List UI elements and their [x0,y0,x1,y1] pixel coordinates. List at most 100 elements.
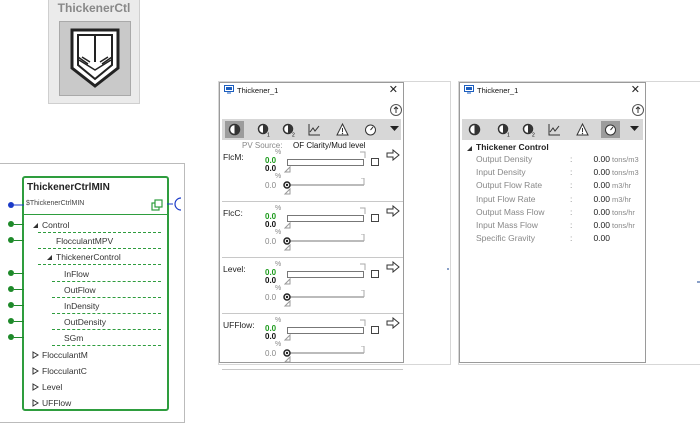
tab-alarm[interactable] [573,121,592,138]
data-label: Output Mass Flow [476,206,545,217]
tab-gauge[interactable] [361,121,380,138]
sp-marker-icon [359,207,367,217]
faceplate-row[interactable]: InFlow [24,266,167,282]
loop-checkbox[interactable] [371,270,379,278]
data-value: 0.00 [593,167,610,178]
tab-main[interactable] [465,121,484,138]
pv-bar [287,159,364,166]
percent-label: % [275,229,282,236]
pin-line [14,272,24,274]
trend-icon [308,123,321,138]
loop-checkbox[interactable] [371,158,379,166]
percent-label: % [275,285,282,292]
faceplate-row-label: ThickenerControl [56,252,121,263]
faceplate-row-label: InDensity [64,301,100,311]
output-slider[interactable] [282,289,367,310]
window2-titlebar[interactable]: Thickener_1 ✕ [460,83,645,97]
tab-more[interactable] [626,121,645,138]
output-slider[interactable] [282,233,367,254]
navigate-arrow-icon[interactable] [386,148,400,163]
data-row: Input Flow Rate : 0.00 m3/hr [460,194,647,206]
section-collapse-icon[interactable] [466,144,473,154]
expand-closed-icon[interactable] [32,366,39,377]
data-row: Output Mass Flow : 0.00 tons/hr [460,207,647,219]
window2: Thickener_1 ✕ 1 2 Thickener Control Outpu… [459,82,646,363]
faceplate-row[interactable]: OutDensity [24,314,167,331]
loop-checkbox[interactable] [371,326,379,334]
navigate-arrow-icon[interactable] [386,204,400,219]
window1-titlebar[interactable]: Thickener_1 ✕ [220,83,403,97]
gauge-icon [364,123,377,138]
sp-value: 0.0 [265,276,277,285]
faceplate-row[interactable]: FlocculantC [24,363,167,379]
library-tile[interactable]: ThickenerCtl [48,0,140,104]
section-title: Thickener Control [476,142,549,152]
svg-text:1: 1 [507,133,510,138]
tab-more[interactable] [386,121,405,138]
monitor-icon [224,85,234,96]
output-slider[interactable] [282,345,367,366]
tab-gauge[interactable] [601,121,620,138]
faceplate-row[interactable]: FlocculantMPV [24,233,167,250]
expand-closed-icon[interactable] [32,383,39,393]
faceplate-row[interactable]: FlocculantM [24,347,167,363]
expand-closed-icon[interactable] [32,350,39,361]
faceplate-row[interactable]: InDensity [24,298,167,314]
faceplate-row-label: FlocculantM [42,349,88,360]
faceplate-row[interactable]: UFFlow [24,395,167,411]
faceplate-row-label: OutDensity [64,317,107,328]
faceplate-row[interactable]: OutFlow [24,282,167,298]
faceplate-row-label: FlocculantMPV [56,236,114,247]
sp-marker-icon [359,319,367,329]
loop1-icon: 1 [257,123,271,139]
expand-open-icon[interactable] [46,253,53,263]
faceplate-row-label: OutFlow [64,284,96,295]
close-button[interactable]: ✕ [631,83,640,96]
sp-triangle-icon [283,165,292,175]
sp-value: 0.0 [265,220,277,229]
tab-trend[interactable] [545,121,564,138]
faceplate-row[interactable]: SGm [24,330,167,347]
window1: Thickener_1 ✕ 12 PV Source: OF Clarity/M… [219,82,405,370]
tab-loop2[interactable]: 2 [279,121,298,139]
tab-loop2[interactable]: 2 [519,121,538,139]
data-value: 0.00 [593,233,610,244]
faceplate-subtitle: $ThickenerCtrlMIN [26,200,85,207]
tab-trend[interactable] [305,121,324,138]
tab-loop1[interactable]: 1 [254,121,273,139]
trend-icon [548,123,561,138]
data-row: Input Mass Flow : 0.00 tons/hr [460,220,647,232]
output-connector[interactable] [167,197,183,213]
faceplate-title: ThickenerCtrlMIN [27,182,110,193]
sp-triangle-icon [283,221,292,231]
tab-loop1[interactable]: 1 [494,121,513,139]
loop-checkbox[interactable] [371,214,379,222]
faceplate-block[interactable]: ThickenerCtrlMIN $ThickenerCtrlMIN Contr… [22,176,169,411]
data-row: Specific Gravity : 0.00 [460,233,647,245]
input-connector[interactable] [8,201,24,211]
faceplate-row[interactable]: Level [24,379,167,395]
pin-icon[interactable] [632,104,644,116]
close-button[interactable]: ✕ [389,83,398,96]
navigate-arrow-icon[interactable] [386,316,400,331]
loop-label: UFFlow: [223,320,255,330]
svg-text:2: 2 [532,133,535,138]
loop2-icon: 2 [282,123,296,139]
faceplate-row[interactable]: Control [24,217,167,233]
tab-alarm[interactable] [333,121,352,138]
navigate-arrow-icon[interactable] [386,260,400,275]
link-icon[interactable] [151,199,163,213]
data-label: Output Flow Rate [476,180,543,191]
connector-dot [447,268,449,270]
data-label: Specific Gravity [476,233,536,244]
pin-icon[interactable] [390,104,402,116]
output-slider[interactable] [282,177,367,198]
percent-label: % [275,261,282,268]
expand-closed-icon[interactable] [32,399,39,409]
expand-open-icon[interactable] [32,221,39,231]
data-unit: tons/m3 [612,168,639,178]
pin-line [14,240,24,242]
svg-text:2: 2 [292,133,295,138]
tab-main[interactable] [225,121,244,138]
faceplate-row[interactable]: ThickenerControl [24,249,167,266]
